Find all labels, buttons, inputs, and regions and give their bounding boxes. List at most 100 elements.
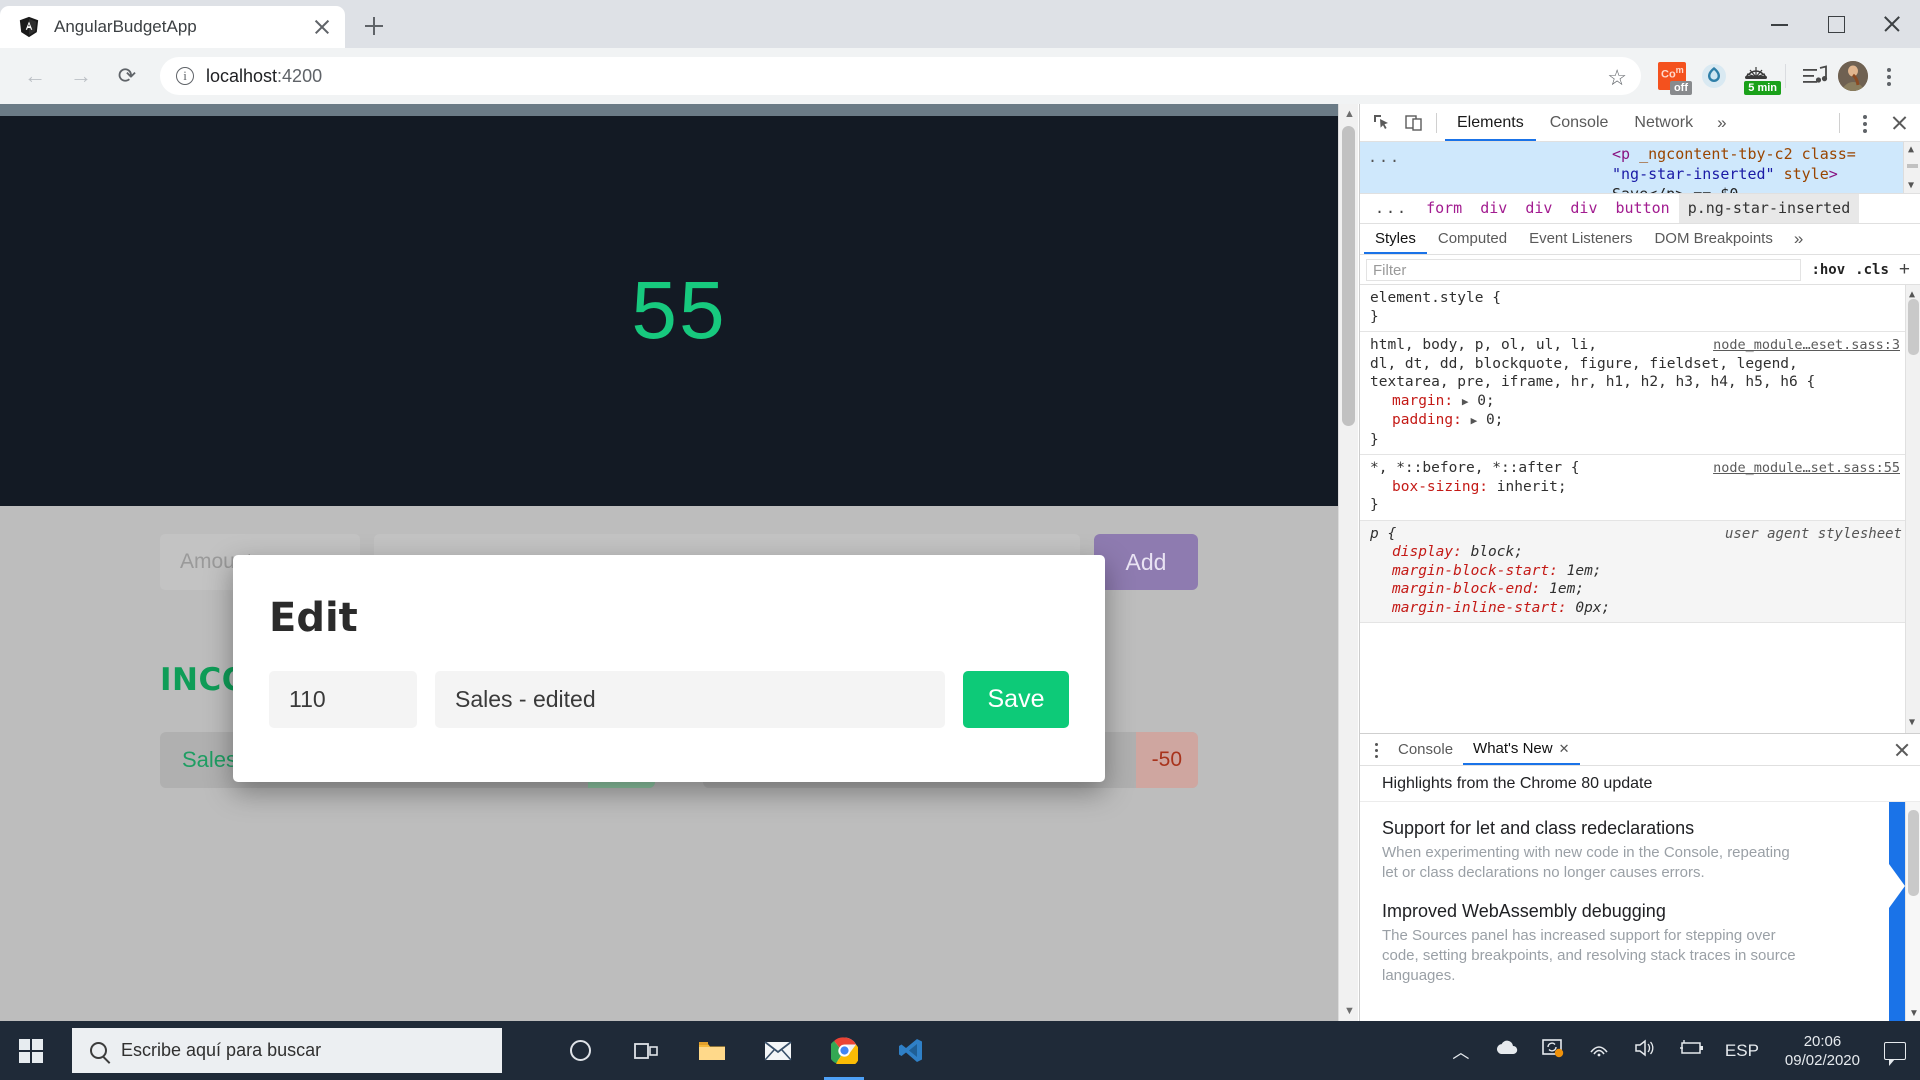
rule-selector[interactable]: element.style {: [1370, 289, 1912, 308]
media-list-icon[interactable]: [1796, 57, 1834, 95]
dom-scrollbar[interactable]: ▲ ▼: [1903, 142, 1920, 193]
tab-computed[interactable]: Computed: [1427, 224, 1518, 254]
declaration-property[interactable]: margin-inline-start:: [1392, 600, 1567, 616]
blue-drop-extension-icon[interactable]: [1695, 57, 1733, 95]
minimize-icon[interactable]: [1752, 0, 1808, 48]
declaration-value[interactable]: block;: [1471, 544, 1523, 560]
declaration[interactable]: margin-block-start: 1em;: [1370, 562, 1912, 581]
list-item[interactable]: Improved WebAssembly debugging The Sourc…: [1382, 901, 1802, 986]
scroll-up-icon[interactable]: ▲: [1908, 144, 1914, 155]
tab-console[interactable]: Console: [1538, 104, 1621, 141]
chevron-double-right-icon[interactable]: »: [1707, 113, 1736, 133]
scroll-down-icon[interactable]: ▼: [1344, 1005, 1355, 1017]
plus-icon[interactable]: [357, 9, 391, 43]
item-title[interactable]: Support for let and class redeclarations: [1382, 818, 1802, 839]
expand-triangle-icon[interactable]: ▶: [1462, 395, 1469, 408]
back-arrow-icon[interactable]: ←: [14, 55, 56, 97]
close-icon[interactable]: [1864, 0, 1920, 48]
close-icon[interactable]: [1884, 109, 1914, 137]
scrollbar-thumb[interactable]: [1908, 299, 1919, 355]
declaration[interactable]: display: block;: [1370, 543, 1912, 562]
breadcrumb-ellipsis[interactable]: ...: [1366, 194, 1417, 223]
breadcrumb-button[interactable]: button: [1607, 194, 1679, 223]
language-indicator[interactable]: ESP: [1723, 1041, 1761, 1061]
whats-new-scrollbar[interactable]: ▼: [1905, 802, 1920, 1021]
reload-icon[interactable]: ⟳: [106, 55, 148, 97]
chrome-icon[interactable]: [816, 1021, 872, 1080]
browser-tab[interactable]: AngularBudgetApp: [0, 6, 345, 48]
clock[interactable]: 20:06 09/02/2020: [1779, 1032, 1866, 1070]
kebab-menu-icon[interactable]: [1872, 57, 1906, 95]
chevron-double-right-icon[interactable]: »: [1784, 229, 1813, 249]
task-view-icon[interactable]: [618, 1021, 674, 1080]
declaration-property[interactable]: padding:: [1392, 412, 1462, 428]
tomato-timer-extension-icon[interactable]: 5 min: [1737, 57, 1775, 95]
scrollbar-thumb[interactable]: [1908, 810, 1919, 896]
tab-event-listeners[interactable]: Event Listeners: [1518, 224, 1643, 254]
declaration-value[interactable]: 1em;: [1549, 581, 1584, 597]
rule-source-link[interactable]: node_module…eset.sass:3: [1713, 336, 1900, 355]
save-button[interactable]: Save: [963, 671, 1069, 728]
search-input[interactable]: Escribe aquí para buscar: [72, 1028, 502, 1073]
list-item[interactable]: Support for let and class redeclarations…: [1382, 818, 1802, 883]
close-icon[interactable]: ✕: [1559, 733, 1570, 764]
tab-dom-breakpoints[interactable]: DOM Breakpoints: [1643, 224, 1783, 254]
kebab-menu-icon[interactable]: [1364, 737, 1388, 763]
scrollbar-thumb[interactable]: [1907, 164, 1918, 168]
windows-start-icon[interactable]: [0, 1021, 62, 1080]
cortana-icon[interactable]: [552, 1021, 608, 1080]
declaration[interactable]: margin-block-end: 1em;: [1370, 580, 1912, 599]
expand-triangle-icon[interactable]: ▶: [1471, 414, 1478, 427]
file-explorer-icon[interactable]: [684, 1021, 740, 1080]
breadcrumb-div-3[interactable]: div: [1561, 194, 1606, 223]
declaration-property[interactable]: display:: [1392, 544, 1462, 560]
rule-source-link[interactable]: node_module…set.sass:55: [1713, 459, 1900, 478]
sync-icon[interactable]: [1539, 1038, 1567, 1063]
scroll-down-icon[interactable]: ▼: [1909, 1008, 1919, 1019]
address-bar[interactable]: i localhost:4200 ☆: [160, 57, 1641, 95]
dom-tree-pane[interactable]: ... <p _ngcontent-tby-c2 class= "ng-star…: [1360, 142, 1920, 194]
breadcrumb-p-selected[interactable]: p.ng-star-inserted: [1679, 194, 1860, 223]
declaration-value[interactable]: 0px;: [1575, 600, 1610, 616]
declaration[interactable]: padding: ▶ 0;: [1370, 411, 1912, 431]
tab-elements[interactable]: Elements: [1445, 104, 1536, 141]
info-icon[interactable]: i: [176, 67, 194, 85]
tab-network[interactable]: Network: [1622, 104, 1705, 141]
page-scrollbar[interactable]: ▲ ▼: [1338, 104, 1358, 1021]
combo-extension-icon[interactable]: Com off: [1653, 57, 1691, 95]
scrollbar-thumb[interactable]: [1342, 126, 1355, 426]
drawer-tab-console[interactable]: Console: [1388, 734, 1463, 765]
dom-ellipsis[interactable]: ...: [1368, 148, 1401, 166]
close-icon[interactable]: [311, 16, 333, 38]
scroll-up-icon[interactable]: ▲: [1344, 108, 1355, 120]
forward-arrow-icon[interactable]: →: [60, 55, 102, 97]
styles-scrollbar[interactable]: ▲ ▼: [1905, 285, 1920, 733]
item-title[interactable]: Improved WebAssembly debugging: [1382, 901, 1802, 922]
star-icon[interactable]: ☆: [1607, 65, 1627, 91]
wifi-icon[interactable]: [1585, 1039, 1613, 1062]
onedrive-icon[interactable]: [1493, 1040, 1521, 1061]
rule-selector-line2[interactable]: dl, dt, dd, blockquote, figure, fieldset…: [1370, 355, 1912, 374]
declaration-value[interactable]: inherit;: [1497, 479, 1567, 495]
kebab-menu-icon[interactable]: [1848, 109, 1882, 137]
declaration-value[interactable]: 1em;: [1567, 563, 1602, 579]
declaration[interactable]: box-sizing: inherit;: [1370, 478, 1912, 497]
declaration-value[interactable]: 0;: [1477, 393, 1494, 409]
notifications-icon[interactable]: [1884, 1042, 1906, 1060]
volume-icon[interactable]: [1631, 1039, 1659, 1062]
new-style-rule-button[interactable]: +: [1899, 259, 1914, 281]
maximize-icon[interactable]: [1808, 0, 1864, 48]
breadcrumb-div-2[interactable]: div: [1516, 194, 1561, 223]
chevron-up-icon[interactable]: ︿: [1447, 1038, 1475, 1063]
hov-toggle[interactable]: :hov: [1811, 262, 1845, 278]
battery-icon[interactable]: [1677, 1040, 1705, 1061]
declaration[interactable]: margin-inline-start: 0px;: [1370, 599, 1912, 618]
declaration-property[interactable]: margin-block-end:: [1392, 581, 1540, 597]
scroll-down-icon[interactable]: ▼: [1909, 714, 1915, 733]
style-rule-user-agent[interactable]: user agent stylesheet p { display: block…: [1360, 521, 1920, 624]
profile-avatar[interactable]: [1838, 61, 1868, 91]
drawer-tab-whats-new[interactable]: What's New ✕: [1463, 734, 1579, 765]
vscode-icon[interactable]: [882, 1021, 938, 1080]
scroll-down-icon[interactable]: ▼: [1908, 180, 1914, 191]
declaration-property[interactable]: margin:: [1392, 393, 1453, 409]
